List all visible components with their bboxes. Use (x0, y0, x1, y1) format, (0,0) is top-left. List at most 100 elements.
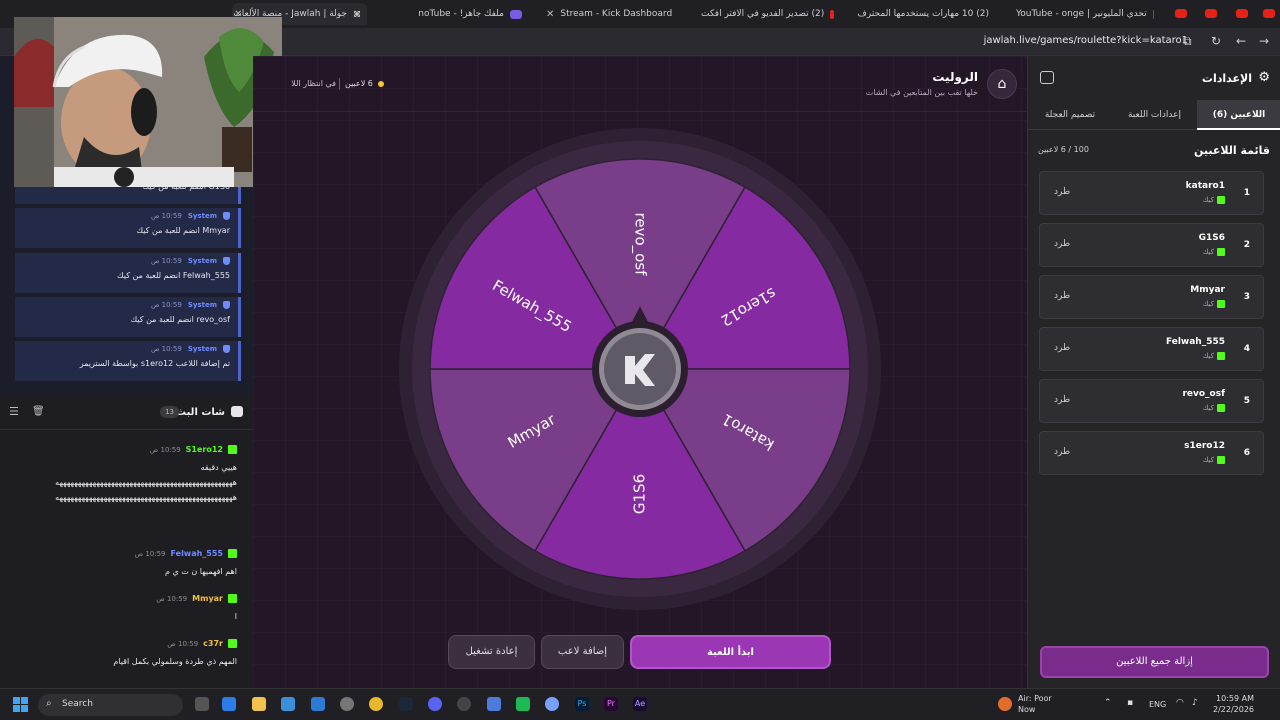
premiere-icon[interactable]: Pr (604, 697, 618, 711)
youtube-tab-icon[interactable] (1205, 9, 1217, 18)
windows-taskbar: ⌕ Search Ps Pr Ae Air: Poor Now ⌃ ▪ ENG … (0, 688, 1280, 720)
home-icon: ⌂ (997, 76, 1007, 92)
status-dot-icon (377, 80, 384, 87)
obs-icon[interactable] (457, 697, 471, 711)
wheel-segment-label: revo_osf (631, 213, 650, 277)
task-view-icon[interactable] (195, 697, 209, 711)
kick-icon (1217, 352, 1225, 360)
app-icon[interactable] (311, 697, 325, 711)
weather-widget[interactable]: Air: Poor Now (1018, 693, 1052, 715)
browser-tab-skills[interactable]: (2) 10 مهارات يستخدمها المحترف (853, 3, 1001, 25)
tab-wheel-design[interactable]: تصميم العجلة (1028, 100, 1112, 130)
home-button[interactable]: ⌂ (987, 69, 1017, 99)
restart-button[interactable]: إعادة تشغيل (448, 635, 535, 669)
chat-message: Felwah_555 10:59 ص اهم افهميها ن ت ي م (134, 549, 237, 576)
chat-message: Mmyar 10:59 ص ا (156, 594, 237, 621)
player-row: 5 revo_osf كيك طرد (1039, 379, 1264, 423)
chat-title: شات البث (176, 407, 225, 418)
discord-icon[interactable] (428, 697, 442, 711)
shield-icon (223, 257, 230, 265)
game-header: ⌂ الروليت خلها تقب بين المتابعين في الشا… (253, 56, 1027, 112)
kick-player-button[interactable]: طرد (1054, 291, 1070, 301)
kick-icon (1217, 300, 1225, 308)
align-icon[interactable]: ☰ (9, 405, 19, 418)
tab-players[interactable]: اللاعبين (6) (1197, 100, 1280, 130)
player-row: 4 Felwah_555 كيك طرد (1039, 327, 1264, 371)
chevron-up-icon[interactable]: ⌃ (1104, 698, 1112, 708)
search-icon: ⌕ (46, 698, 52, 709)
chat-message: S1ero12 10:59 ص هييي دقيقه هههههههههههههه… (55, 445, 237, 502)
after-effects-icon[interactable]: Ae (633, 697, 647, 711)
gamepad-icon[interactable] (487, 697, 501, 711)
kick-badge-icon (228, 594, 237, 603)
browser-tab-video-export[interactable]: (2) تصدير الفديو في الافتر افكت (695, 3, 840, 25)
game-stage: ⌂ الروليت خلها تقب بين المتابعين في الشا… (253, 56, 1027, 688)
file-explorer-icon[interactable] (252, 697, 266, 711)
back-icon[interactable]: ← (1236, 34, 1246, 48)
settings-app-icon[interactable] (340, 697, 354, 711)
youtube-tab-icon (830, 9, 834, 19)
app-icon[interactable] (545, 697, 559, 711)
collapse-panel-icon[interactable] (1040, 71, 1054, 84)
chrome-icon[interactable] (369, 697, 383, 711)
system-message: System 10:59 ص Mmyar انضم للعبة من كيك (15, 208, 241, 248)
app-icon[interactable] (516, 697, 530, 711)
webcam-overlay (14, 17, 282, 187)
streamer-webcam-image (14, 17, 282, 187)
volume-icon[interactable]: ♪ (1192, 698, 1198, 708)
waiting-status: في انتظار اللاعبين (291, 79, 336, 88)
notube-tab-icon (510, 9, 522, 19)
player-row: 2 G1S6 كيك طرد (1039, 223, 1264, 267)
store-icon[interactable] (281, 697, 295, 711)
chat-header: شات البث 13 🗑 ☰ (0, 396, 253, 430)
trash-icon[interactable]: 🗑 (32, 406, 45, 417)
youtube-tab-icon[interactable] (1236, 9, 1248, 18)
kick-icon (1217, 404, 1225, 412)
divider (339, 78, 340, 90)
photoshop-icon[interactable]: Ps (575, 697, 589, 711)
browser-tab-notube[interactable]: ملفك جاهز! - noTube (378, 3, 528, 25)
player-row: 1 kataro1 كيك طرد (1039, 171, 1264, 215)
jawlah-tab-icon: ⌘ (353, 9, 361, 19)
system-message: System 10:59 ص Felwah_555 انضم للعبة من ك… (15, 253, 241, 293)
kick-player-button[interactable]: طرد (1054, 239, 1070, 249)
kick-icon (1217, 456, 1225, 464)
clock[interactable]: 10:59 AM 2/22/2026 (1213, 693, 1254, 715)
kick-badge-icon (228, 445, 237, 454)
reload-icon[interactable]: ↻ (1211, 34, 1221, 48)
youtube-tab-icon[interactable] (1175, 9, 1187, 18)
shield-icon (223, 301, 230, 309)
url-field[interactable]: jawlah.live/games/roulette?kick=kataro1 (984, 35, 1188, 46)
start-game-button[interactable]: ابدأ اللعبة (630, 635, 831, 669)
tray-icon[interactable]: ▪ (1127, 698, 1133, 708)
kick-player-button[interactable]: طرد (1054, 447, 1070, 457)
game-subtitle: خلها تقب بين المتابعين في الشات (865, 88, 978, 97)
kick-player-button[interactable]: طرد (1054, 395, 1070, 405)
youtube-tab-icon (1152, 9, 1154, 19)
widgets-icon[interactable] (222, 697, 236, 711)
roulette-wheel[interactable]: revo_osfs1ero12kataro1G1S6MmyarFelwah_55… (399, 128, 881, 610)
windows-start-icon[interactable] (13, 697, 28, 712)
browser-tab-millionaire[interactable]: تحدي المليونير | YouTube - onge (1010, 3, 1160, 25)
forward-icon[interactable]: → (1259, 34, 1269, 48)
player-list-title: قائمة اللاعبين (1194, 144, 1270, 157)
browser-tab-kick-dashboard[interactable]: ✕ Stream - Kick Dashboard (540, 3, 685, 25)
settings-title: الإعدادات (1201, 72, 1252, 85)
kick-player-button[interactable]: طرد (1054, 187, 1070, 197)
close-tab-icon[interactable]: ✕ (546, 9, 554, 20)
kick-icon (1217, 248, 1225, 256)
add-player-button[interactable]: إضافة لاعب (541, 635, 624, 669)
tab-game-settings[interactable]: إعدادات اللعبة (1112, 100, 1197, 130)
steam-icon[interactable] (399, 697, 413, 711)
wheel-segment-label: G1S6 (631, 474, 649, 514)
install-app-icon[interactable]: ⧉ (1183, 34, 1192, 49)
taskbar-search[interactable]: ⌕ Search (38, 694, 183, 716)
settings-tabs: اللاعبين (6) إعدادات اللعبة تصميم العجلة (1028, 100, 1280, 130)
player-count: 6 لاعبين (345, 79, 384, 88)
youtube-tab-icon[interactable] (1263, 9, 1275, 18)
language-indicator[interactable]: ENG (1149, 700, 1166, 709)
remove-all-players-button[interactable]: إزالة جميع اللاعبين (1040, 646, 1269, 678)
wifi-icon[interactable]: ◠ (1176, 698, 1184, 708)
game-title: الروليت (932, 70, 978, 84)
kick-player-button[interactable]: طرد (1054, 343, 1070, 353)
